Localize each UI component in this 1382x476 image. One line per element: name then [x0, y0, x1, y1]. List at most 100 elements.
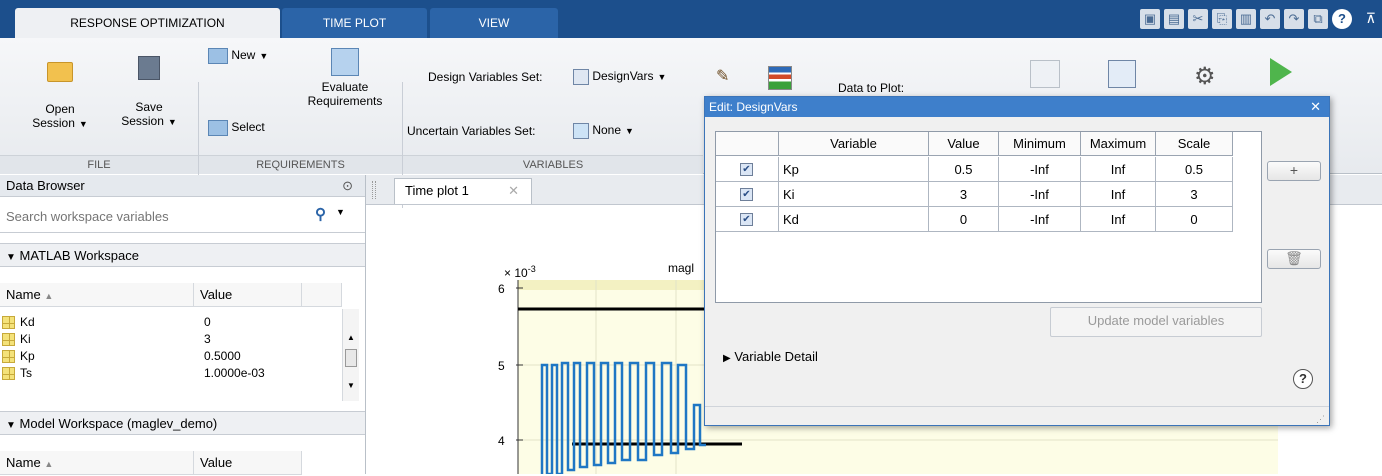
minimum-cell[interactable]: -Inf	[999, 207, 1081, 232]
variable-cell[interactable]: Kp	[779, 157, 929, 182]
value-cell[interactable]: 3	[929, 182, 999, 207]
sensitivity-icon[interactable]	[768, 66, 792, 90]
close-icon[interactable]: ✕	[508, 179, 519, 203]
trash-icon: 🗑︎	[1285, 250, 1303, 266]
uncertain-variables-label: Uncertain Variables Set:	[407, 124, 536, 138]
search-icon[interactable]: ⚲	[315, 205, 326, 223]
variable-value: 3	[204, 332, 211, 346]
tab-time-plot-1[interactable]: Time plot 1 ✕	[394, 178, 532, 204]
uncertain-variables-dropdown[interactable]: None ▼	[573, 119, 634, 141]
column-header-variable[interactable]: Variable	[779, 132, 929, 156]
variable-cell[interactable]: Ki	[779, 182, 929, 207]
list-item[interactable]: Ts 1.0000e-03	[0, 365, 340, 382]
matlab-workspace-title: MATLAB Workspace	[19, 248, 139, 263]
table-row[interactable]: ✔ Kd 0 -Inf Inf 0	[716, 207, 1261, 232]
design-variables-dropdown[interactable]: DesignVars ▼	[573, 65, 666, 87]
column-header-minimum[interactable]: Minimum	[999, 132, 1081, 156]
evaluate-requirements-button[interactable]: Evaluate Requirements	[298, 48, 392, 108]
column-header-name[interactable]: Name ▲	[0, 283, 194, 307]
add-plot-icon[interactable]	[1030, 60, 1060, 88]
column-header-name[interactable]: Name ▲	[0, 451, 194, 475]
new-requirement-button[interactable]: New ▼	[208, 44, 268, 66]
matlab-workspace-header[interactable]: ▼ MATLAB Workspace	[0, 243, 365, 267]
section-variables: VARIABLES	[403, 155, 703, 174]
scrollbar-thumb[interactable]	[345, 349, 357, 367]
maximum-cell[interactable]: Inf	[1081, 157, 1156, 182]
design-variables-label: Design Variables Set:	[428, 70, 543, 84]
value-cell[interactable]: 0.5	[929, 157, 999, 182]
table-row[interactable]: ✔ Ki 3 -Inf Inf 3	[716, 182, 1261, 207]
delete-variable-button[interactable]: 🗑︎	[1267, 249, 1321, 269]
column-header-value[interactable]: Value	[929, 132, 999, 156]
scrollbar[interactable]: ▲ ▼	[342, 309, 359, 401]
checkbox-cell: ✔	[716, 182, 779, 207]
dialog-title: Edit: DesignVars	[709, 100, 798, 114]
cut-icon[interactable]: ✂	[1188, 9, 1208, 29]
scale-cell[interactable]: 0.5	[1156, 157, 1233, 182]
search-input[interactable]	[4, 205, 298, 227]
scale-cell[interactable]: 0	[1156, 207, 1233, 232]
dialog-titlebar[interactable]: Edit: DesignVars ✕	[705, 97, 1329, 117]
open-session-button[interactable]: Open Session ▼	[20, 56, 100, 131]
row-checkbox[interactable]: ✔	[740, 188, 753, 201]
update-model-variables-button[interactable]: Update model variables	[1050, 307, 1262, 337]
paste-icon[interactable]: ▥	[1236, 9, 1256, 29]
minimize-toolstrip-icon[interactable]: ⊼	[1366, 10, 1376, 27]
save-session-button[interactable]: Save Session ▼	[110, 56, 188, 129]
copy-icon[interactable]: ⎘	[1212, 9, 1232, 29]
drag-handle-icon[interactable]	[372, 181, 376, 199]
gear-icon[interactable]: ⚙	[1194, 62, 1216, 91]
scale-cell[interactable]: 3	[1156, 182, 1233, 207]
select-label: Select	[231, 120, 265, 134]
panel-menu-icon[interactable]: ⊙	[342, 175, 353, 197]
help-icon[interactable]: ?	[1293, 369, 1313, 389]
edit-pencil-icon[interactable]: ✎	[716, 66, 729, 86]
list-item[interactable]: Kd 0	[0, 314, 340, 331]
tab-response-optimization[interactable]: RESPONSE OPTIMIZATION	[15, 8, 280, 38]
tab-time-plot[interactable]: TIME PLOT	[282, 8, 427, 38]
select-requirement-button[interactable]: Select	[208, 116, 265, 138]
table-row[interactable]: ✔ Kp 0.5 -Inf Inf 0.5	[716, 157, 1261, 182]
data-browser-header: Data Browser ⊙	[0, 175, 365, 197]
column-header-value[interactable]: Value	[194, 451, 302, 475]
undo-icon[interactable]: ↶	[1260, 9, 1280, 29]
model-workspace-header[interactable]: ▼ Model Workspace (maglev_demo)	[0, 411, 365, 435]
save-icon[interactable]: ▤	[1164, 9, 1184, 29]
data-browser-panel: Data Browser ⊙ ⚲ ▼ ▼ MATLAB Workspace Na…	[0, 175, 366, 475]
list-item[interactable]: Kp 0.5000	[0, 348, 340, 365]
value-cell[interactable]: 0	[929, 207, 999, 232]
variable-name: Ts	[20, 366, 32, 380]
uncertain-vars-value: None	[592, 123, 622, 137]
optimize-play-icon[interactable]	[1270, 58, 1292, 86]
column-header-scale[interactable]: Scale	[1156, 132, 1233, 156]
add-variable-button[interactable]: +	[1267, 161, 1321, 181]
plot-data-icon[interactable]	[1108, 60, 1136, 88]
plus-icon: +	[1289, 162, 1299, 178]
list-item[interactable]: Ki 3	[0, 331, 340, 348]
column-header-maximum[interactable]: Maximum	[1081, 132, 1156, 156]
checkbox-cell: ✔	[716, 157, 779, 182]
layout-icon[interactable]: ▣	[1140, 9, 1160, 29]
resize-grip[interactable]: ⋰	[705, 406, 1329, 425]
help-icon[interactable]: ?	[1332, 9, 1352, 29]
evaluate-label: Evaluate	[321, 80, 369, 94]
chevron-down-icon[interactable]: ▼	[336, 207, 345, 217]
redo-icon[interactable]: ↷	[1284, 9, 1304, 29]
row-checkbox[interactable]: ✔	[740, 213, 753, 226]
maximum-cell[interactable]: Inf	[1081, 207, 1156, 232]
scroll-down-icon[interactable]: ▼	[347, 381, 355, 390]
y-tick-label: 6	[498, 282, 505, 296]
minimum-cell[interactable]: -Inf	[999, 182, 1081, 207]
variable-cell[interactable]: Kd	[779, 207, 929, 232]
scroll-up-icon[interactable]: ▲	[347, 333, 355, 342]
tab-view[interactable]: VIEW	[430, 8, 558, 38]
close-icon[interactable]: ✕	[1310, 97, 1321, 117]
column-header-value[interactable]: Value	[194, 283, 302, 307]
variable-detail-toggle[interactable]: ▶ Variable Detail	[723, 349, 818, 364]
resize-grip-icon[interactable]: ⋰	[1316, 414, 1325, 425]
row-checkbox[interactable]: ✔	[740, 163, 753, 176]
minimum-cell[interactable]: -Inf	[999, 157, 1081, 182]
maximum-cell[interactable]: Inf	[1081, 182, 1156, 207]
data-browser-title: Data Browser	[6, 178, 85, 193]
window-icon[interactable]: ⧉	[1308, 9, 1328, 29]
